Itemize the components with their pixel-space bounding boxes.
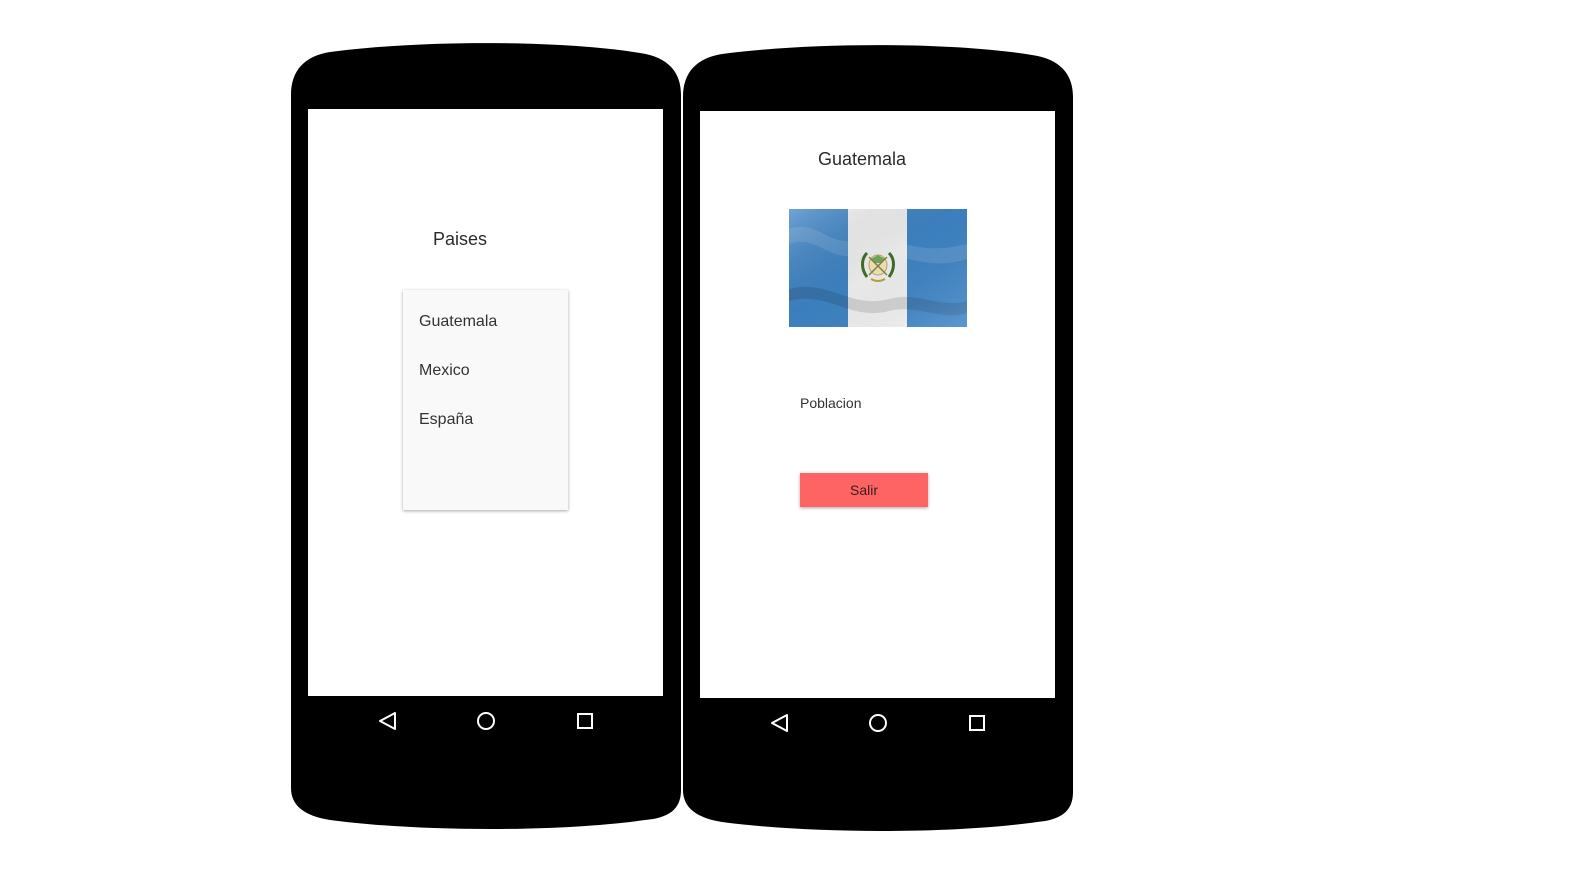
exit-button[interactable]: Salir (800, 473, 928, 507)
list-item-espana[interactable]: España (419, 411, 473, 429)
country-title: Guatemala (818, 149, 907, 169)
population-label: Poblacion (800, 395, 862, 411)
screen-title: Paises (433, 229, 488, 249)
countries-screen: Paises Guatemala Mexico España (308, 109, 663, 696)
list-item-mexico[interactable]: Mexico (419, 362, 470, 380)
guatemala-flag-image (789, 209, 967, 327)
country-list: Guatemala Mexico España (403, 290, 568, 510)
list-item-guatemala[interactable]: Guatemala (419, 313, 497, 331)
country-detail-screen: Guatemala Poblacion Salir (700, 111, 1055, 698)
